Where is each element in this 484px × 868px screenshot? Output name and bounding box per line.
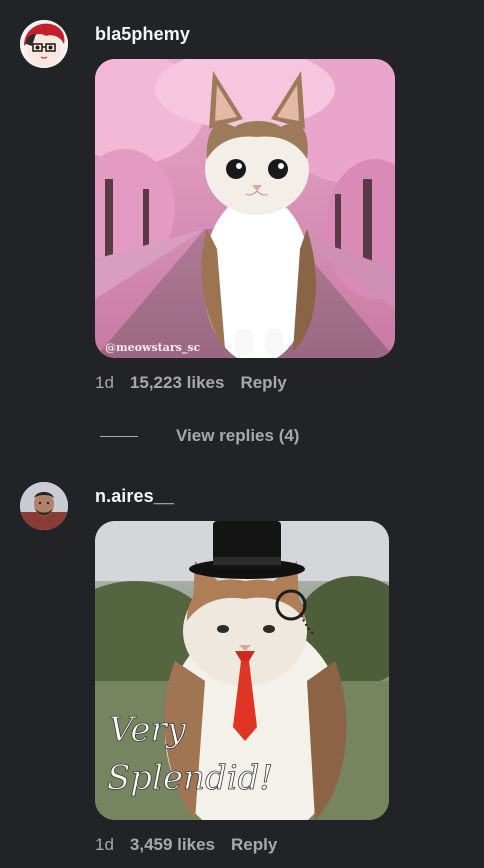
avatar-image [20,482,68,530]
comment-username[interactable]: n.aires__ [95,486,174,507]
avatar-image [20,20,68,68]
replies-divider-line [100,435,138,437]
likes-count[interactable]: 3,459 likes [130,835,215,855]
watermark-text: @meowstars_sc [105,341,201,355]
view-replies-label: View replies (4) [176,426,300,445]
avatar[interactable] [20,20,68,68]
reply-button[interactable]: Reply [240,373,286,393]
comment-age: 1d [95,835,114,854]
comment-gif[interactable]: Very Splendid! [95,521,389,820]
comment-age: 1d [95,373,114,392]
comments-feed: bla5phemy @meowstars_sc 1d 15,223 likes … [0,0,484,868]
likes-count[interactable]: 15,223 likes [130,373,225,393]
cat-top-hat-image: Very Splendid! [95,521,389,820]
comment-meta: 1d 3,459 likes Reply [95,835,277,855]
caption-line-1: Very [109,710,187,750]
comment-gif[interactable]: @meowstars_sc [95,59,395,358]
cat-cherry-blossom-image: @meowstars_sc [95,59,395,358]
avatar[interactable] [20,482,68,530]
comment-username[interactable]: bla5phemy [95,24,190,45]
caption-line-2: Splendid! [107,758,273,798]
view-replies-button[interactable]: View replies (4) [100,426,299,446]
comment-meta: 1d 15,223 likes Reply [95,373,287,393]
reply-button[interactable]: Reply [231,835,277,855]
